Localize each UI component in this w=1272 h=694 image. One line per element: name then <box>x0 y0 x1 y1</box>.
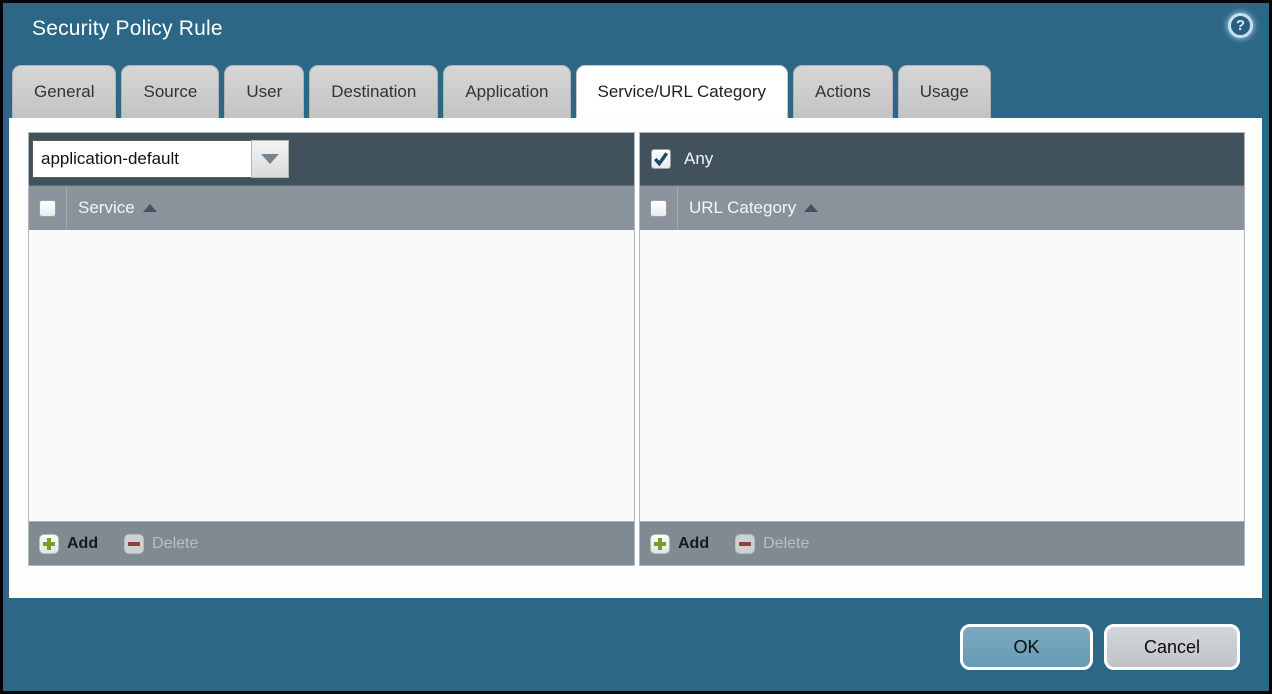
sort-ascending-icon <box>143 204 157 212</box>
service-panel: Service Add Delete <box>28 132 635 566</box>
tab-application[interactable]: Application <box>443 65 570 118</box>
tab-destination[interactable]: Destination <box>309 65 438 118</box>
dialog-title: Security Policy Rule <box>32 17 223 41</box>
plus-icon <box>39 534 59 554</box>
url-category-delete-button[interactable]: Delete <box>735 534 809 554</box>
tab-usage[interactable]: Usage <box>898 65 991 118</box>
sort-ascending-icon <box>804 204 818 212</box>
plus-icon <box>650 534 670 554</box>
tab-general[interactable]: General <box>12 65 116 118</box>
tab-actions[interactable]: Actions <box>793 65 893 118</box>
service-list <box>29 230 634 521</box>
service-column-sort[interactable]: Service <box>67 198 157 218</box>
url-category-panel: Any URL Category <box>639 132 1245 566</box>
tab-service-url-category[interactable]: Service/URL Category <box>576 65 789 118</box>
tab-user[interactable]: User <box>224 65 304 118</box>
security-policy-rule-dialog: Security Policy Rule ? General Source Us… <box>0 0 1272 694</box>
service-panel-header <box>29 133 634 185</box>
tab-source[interactable]: Source <box>121 65 219 118</box>
url-category-add-button[interactable]: Add <box>650 534 709 554</box>
service-panel-footer: Add Delete <box>29 521 634 565</box>
cancel-button[interactable]: Cancel <box>1104 624 1240 670</box>
help-icon[interactable]: ? <box>1228 13 1253 38</box>
service-type-dropdown-button[interactable] <box>251 140 289 178</box>
url-category-select-all-checkbox[interactable] <box>650 200 667 217</box>
url-category-column-header: URL Category <box>640 185 1244 230</box>
any-checkbox[interactable] <box>651 149 671 169</box>
service-column-label: Service <box>78 198 135 218</box>
tab-bar: General Source User Destination Applicat… <box>12 65 991 118</box>
chevron-down-icon <box>261 154 279 164</box>
service-add-button[interactable]: Add <box>39 534 98 554</box>
minus-icon <box>735 534 755 554</box>
any-label: Any <box>684 149 713 169</box>
url-category-panel-header: Any <box>640 133 1244 185</box>
url-category-column-label: URL Category <box>689 198 796 218</box>
url-category-panel-footer: Add Delete <box>640 521 1244 565</box>
url-category-list <box>640 230 1244 521</box>
service-column-header: Service <box>29 185 634 230</box>
service-type-input[interactable] <box>32 140 251 178</box>
dialog-body: Service Add Delete <box>9 118 1262 598</box>
ok-button[interactable]: OK <box>960 624 1093 670</box>
url-category-column-sort[interactable]: URL Category <box>678 198 818 218</box>
service-select-all-checkbox[interactable] <box>39 200 56 217</box>
service-type-combo <box>32 140 289 178</box>
minus-icon <box>124 534 144 554</box>
check-icon <box>653 151 669 167</box>
service-delete-button[interactable]: Delete <box>124 534 198 554</box>
